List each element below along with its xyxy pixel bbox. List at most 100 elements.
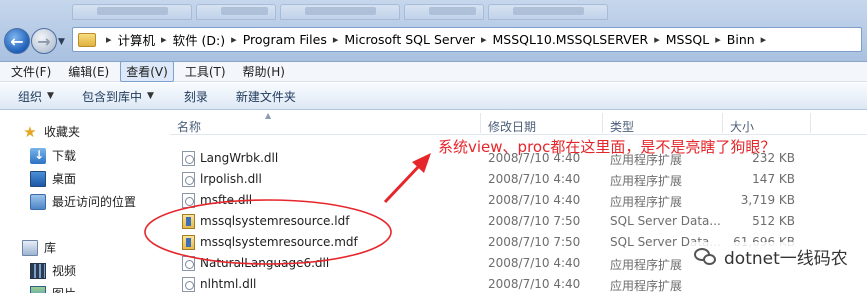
sidebar-item-downloads[interactable]: 下载 bbox=[30, 147, 76, 164]
file-name: msfte.dll bbox=[200, 193, 253, 207]
burn-button[interactable]: 刻录 bbox=[184, 88, 208, 105]
breadcrumb-computer[interactable]: 计算机 bbox=[118, 30, 156, 49]
sidebar-item-label: 下载 bbox=[52, 149, 77, 163]
table-row[interactable]: nlhtml.dll 2008/7/10 4:40 应用程序扩展 bbox=[170, 274, 867, 293]
breadcrumb-drive[interactable]: 软件 (D:) bbox=[173, 30, 226, 49]
download-folder-icon bbox=[30, 147, 46, 164]
sidebar-item-videos[interactable]: 视频 bbox=[30, 262, 76, 279]
organize-label: 组织 bbox=[18, 89, 43, 104]
watermark: dotnet一线码农 bbox=[690, 242, 852, 271]
table-row[interactable]: lrpolish.dll 2008/7/10 4:40 应用程序扩展 147 K… bbox=[170, 169, 867, 190]
breadcrumb-sql-server[interactable]: Microsoft SQL Server bbox=[344, 32, 475, 47]
file-type: 应用程序扩展 bbox=[610, 174, 683, 188]
column-header-date[interactable]: 修改日期 bbox=[488, 118, 536, 135]
file-date: 2008/7/10 4:40 bbox=[488, 172, 581, 186]
column-header-name[interactable]: 名称 bbox=[177, 118, 201, 135]
file-name: mssqlsystemresource.mdf bbox=[200, 235, 358, 249]
file-name: nlhtml.dll bbox=[200, 277, 257, 291]
sidebar-item-recent-places[interactable]: 最近访问的位置 bbox=[30, 193, 136, 210]
file-type: 应用程序扩展 bbox=[610, 258, 683, 272]
background-tab[interactable] bbox=[488, 4, 608, 20]
column-divider[interactable] bbox=[722, 113, 723, 133]
table-row[interactable]: msfte.dll 2008/7/10 4:40 应用程序扩展 3,719 KB bbox=[170, 190, 867, 211]
table-row[interactable]: mssqlsystemresource.ldf 2008/7/10 7:50 S… bbox=[170, 211, 867, 232]
file-date: 2008/7/10 4:40 bbox=[488, 277, 581, 291]
file-date: 2008/7/10 4:40 bbox=[488, 256, 581, 270]
sort-caret-icon: ▲ bbox=[265, 111, 272, 120]
breadcrumb-arrow-icon[interactable]: ▸ bbox=[161, 33, 167, 46]
dll-file-icon bbox=[182, 172, 195, 187]
background-tab[interactable] bbox=[196, 4, 276, 20]
file-date: 2008/7/10 7:50 bbox=[488, 235, 581, 249]
sidebar-item-pictures[interactable]: 图片 bbox=[30, 285, 76, 293]
menu-tools[interactable]: 工具(T) bbox=[179, 61, 232, 82]
sidebar-item-desktop[interactable]: 桌面 bbox=[30, 170, 76, 187]
dll-file-icon bbox=[182, 256, 195, 271]
background-tab[interactable] bbox=[404, 4, 484, 20]
menu-edit[interactable]: 编辑(E) bbox=[62, 61, 115, 82]
library-icon bbox=[22, 239, 38, 256]
caret-down-icon: ▼ bbox=[47, 91, 54, 101]
column-header-type[interactable]: 类型 bbox=[610, 118, 634, 135]
caret-down-icon: ▼ bbox=[146, 91, 154, 101]
recent-places-icon bbox=[30, 193, 46, 210]
annotation-text: 系统view、proc都在这里面，是不是亮瞎了狗眼？ bbox=[438, 138, 776, 156]
file-date: 2008/7/10 7:50 bbox=[488, 214, 581, 228]
column-header-row: 名称 ▲ 修改日期 类型 大小 bbox=[170, 111, 867, 135]
breadcrumb-instance[interactable]: MSSQL10.MSSQLSERVER bbox=[492, 32, 648, 47]
sidebar-item-libraries[interactable]: 库 bbox=[22, 239, 56, 256]
file-size: 147 KB bbox=[752, 172, 795, 186]
sidebar-item-favorites[interactable]: ★ 收藏夹 bbox=[22, 123, 80, 140]
file-size: 512 KB bbox=[752, 214, 795, 228]
breadcrumb-arrow-icon[interactable]: ▸ bbox=[333, 33, 339, 46]
file-date: 2008/7/10 4:40 bbox=[488, 193, 581, 207]
breadcrumb-arrow-icon[interactable]: ▸ bbox=[231, 33, 237, 46]
breadcrumb-arrow-icon[interactable]: ▸ bbox=[106, 33, 112, 46]
star-icon: ★ bbox=[23, 122, 37, 141]
background-tab[interactable] bbox=[280, 4, 400, 20]
include-in-library-label: 包含到库中 bbox=[81, 89, 142, 104]
arrow-left-icon: ← bbox=[10, 31, 24, 51]
sidebar-item-label: 收藏夹 bbox=[44, 125, 81, 139]
file-name: lrpolish.dll bbox=[200, 172, 262, 186]
new-folder-button[interactable]: 新建文件夹 bbox=[236, 88, 296, 105]
column-divider[interactable] bbox=[602, 113, 603, 133]
file-name: mssqlsystemresource.ldf bbox=[200, 214, 350, 228]
folder-icon bbox=[78, 32, 96, 47]
video-library-icon bbox=[30, 262, 46, 279]
breadcrumb-arrow-icon[interactable]: ▸ bbox=[715, 33, 721, 46]
menu-view[interactable]: 查看(V) bbox=[120, 61, 174, 82]
command-bar: 组织 ▼ 包含到库中 ▼ 刻录 新建文件夹 bbox=[0, 83, 867, 110]
menu-bar: 文件(F) 编辑(E) 查看(V) 工具(T) 帮助(H) bbox=[0, 61, 867, 82]
column-header-size[interactable]: 大小 bbox=[730, 118, 754, 135]
arrow-right-icon: → bbox=[37, 31, 51, 51]
file-type: 应用程序扩展 bbox=[610, 279, 683, 293]
file-name: NaturalLanguage6.dll bbox=[200, 256, 330, 270]
back-button[interactable]: ← bbox=[4, 28, 30, 54]
include-in-library-button[interactable]: 包含到库中 ▼ bbox=[82, 88, 154, 105]
forward-button[interactable]: → bbox=[31, 28, 57, 54]
breadcrumb-arrow-icon[interactable]: ▸ bbox=[654, 33, 660, 46]
menu-help[interactable]: 帮助(H) bbox=[237, 61, 291, 82]
file-size: 3,719 KB bbox=[740, 193, 795, 207]
organize-button[interactable]: 组织 ▼ bbox=[18, 88, 54, 105]
breadcrumb-program-files[interactable]: Program Files bbox=[243, 32, 327, 47]
column-divider[interactable] bbox=[810, 113, 811, 133]
sidebar-item-label: 最近访问的位置 bbox=[52, 195, 137, 209]
database-file-icon bbox=[182, 235, 195, 250]
database-file-icon bbox=[182, 214, 195, 229]
menu-file[interactable]: 文件(F) bbox=[5, 61, 57, 82]
navigation-pane: ★ 收藏夹 下载 桌面 最近访问的位置 库 视频 图片 bbox=[0, 111, 168, 293]
address-bar[interactable]: ▸ 计算机 ▸ 软件 (D:) ▸ Program Files ▸ Micros… bbox=[72, 27, 862, 52]
breadcrumb-binn[interactable]: Binn bbox=[727, 32, 755, 47]
breadcrumb-arrow-icon[interactable]: ▸ bbox=[481, 33, 487, 46]
breadcrumb-arrow-icon[interactable]: ▸ bbox=[761, 33, 767, 46]
sidebar-item-label: 库 bbox=[44, 241, 57, 255]
breadcrumb-mssql[interactable]: MSSQL bbox=[666, 32, 709, 47]
sidebar-item-label: 视频 bbox=[52, 264, 77, 278]
picture-library-icon bbox=[30, 285, 46, 293]
desktop-icon bbox=[30, 170, 46, 187]
column-divider[interactable] bbox=[480, 113, 481, 133]
background-tab[interactable] bbox=[72, 4, 192, 20]
recent-pages-button[interactable]: ▼ bbox=[58, 37, 65, 47]
